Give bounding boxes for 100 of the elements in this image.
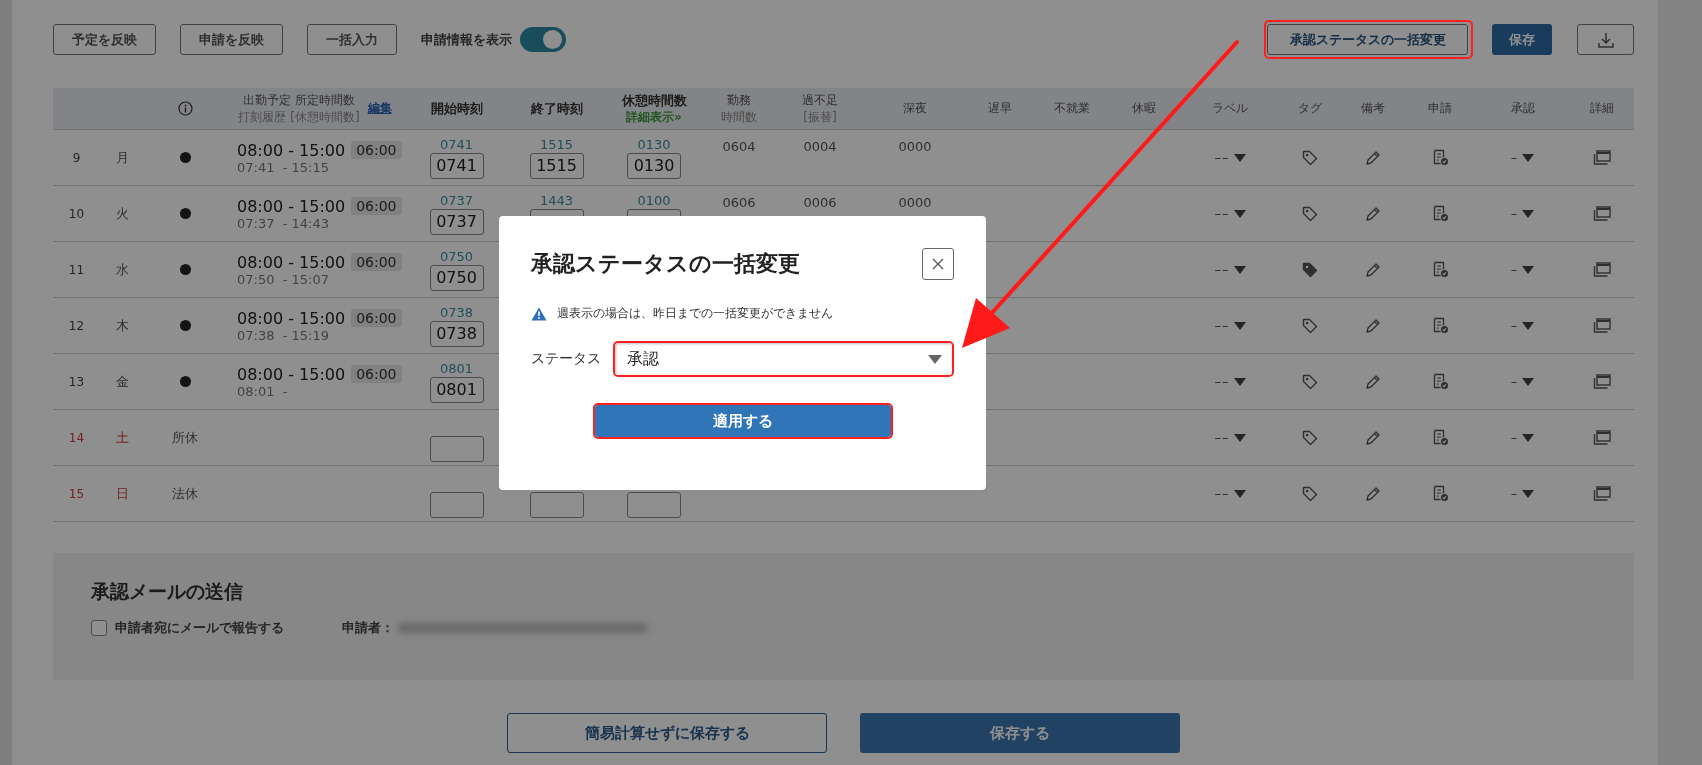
tag-icon[interactable]: [1302, 429, 1318, 446]
approval-select[interactable]: –: [1510, 262, 1519, 277]
time-input[interactable]: 0801: [429, 376, 484, 403]
time-input[interactable]: 0737: [429, 208, 484, 235]
time-input[interactable]: [529, 492, 584, 518]
time-input[interactable]: 0741: [429, 152, 484, 179]
apply-button[interactable]: 適用する: [594, 405, 891, 437]
approval-select[interactable]: –: [1510, 430, 1519, 445]
pencil-icon[interactable]: [1364, 149, 1381, 166]
approval-select[interactable]: –: [1510, 486, 1519, 501]
windows-icon[interactable]: [1593, 429, 1611, 446]
windows-icon[interactable]: [1593, 261, 1611, 278]
windows-icon[interactable]: [1593, 205, 1611, 222]
checkbox[interactable]: [91, 620, 107, 636]
warning-text: 週表示の場合は、昨日までの一括変更ができません: [557, 306, 833, 321]
edit-link[interactable]: 編集: [367, 100, 392, 117]
day-number: 10: [68, 206, 85, 221]
tag-icon[interactable]: [1302, 205, 1318, 222]
hours-badge: 06:00: [351, 309, 402, 327]
windows-icon[interactable]: [1593, 485, 1611, 502]
tag-icon[interactable]: [1302, 149, 1318, 166]
time-input[interactable]: [429, 492, 484, 518]
planned-time: 0130: [637, 136, 671, 152]
toggle-switch[interactable]: [520, 27, 566, 52]
save-without-calc-button[interactable]: 簡易計算せずに保存する: [507, 713, 827, 753]
day-off-label: 法休: [172, 484, 198, 503]
windows-icon[interactable]: [1593, 149, 1611, 166]
windows-icon[interactable]: [1593, 373, 1611, 390]
section-title: 承認メールの送信: [91, 579, 244, 604]
approval-select[interactable]: –: [1510, 206, 1519, 221]
toolbar-button[interactable]: 予定を反映: [53, 24, 156, 55]
pencil-icon[interactable]: [1364, 485, 1381, 502]
column-header: 勤務: [727, 92, 751, 109]
caret-icon: [1233, 433, 1246, 442]
label-select[interactable]: ––: [1214, 486, 1230, 501]
pencil-icon[interactable]: [1364, 373, 1381, 390]
column-subheader: [振替]: [803, 108, 837, 125]
clock-record: 07:37 - 14:43: [237, 215, 329, 231]
caret-icon: [1522, 265, 1535, 274]
time-input[interactable]: 0130: [627, 152, 681, 179]
day-number: 14: [68, 430, 85, 445]
hours-badge: 06:00: [351, 365, 402, 383]
night-hours: 0000: [898, 195, 932, 210]
caret-icon: [1522, 153, 1535, 162]
download-button[interactable]: [1577, 24, 1634, 55]
approval-select[interactable]: –: [1510, 374, 1519, 389]
time-input[interactable]: [429, 436, 484, 462]
toolbar-button[interactable]: 申請を反映: [180, 24, 283, 55]
time-input[interactable]: 1515: [529, 152, 584, 179]
over-short-hours: 0004: [803, 139, 837, 154]
document-check-icon[interactable]: [1431, 149, 1449, 166]
column-header: 備考: [1360, 100, 1385, 117]
document-check-icon[interactable]: [1431, 429, 1449, 446]
save-button[interactable]: 保存: [1492, 24, 1552, 55]
info-icon[interactable]: [177, 101, 193, 116]
close-button[interactable]: [922, 248, 954, 280]
tag-icon[interactable]: [1302, 485, 1318, 502]
document-check-icon[interactable]: [1431, 205, 1449, 222]
planned-time: 0801: [439, 360, 474, 376]
column-header: 開始時刻: [430, 99, 483, 118]
tag-icon[interactable]: [1302, 317, 1318, 334]
label-select[interactable]: ––: [1214, 374, 1230, 389]
status-select[interactable]: 承認: [615, 343, 952, 375]
clock-record: 08:01 -: [237, 383, 288, 399]
column-header: 終了時刻: [530, 99, 583, 118]
planned-time: 0741: [439, 136, 474, 152]
tag-icon[interactable]: [1302, 373, 1318, 390]
save-button[interactable]: 保存する: [860, 713, 1180, 753]
over-short-hours: 0006: [803, 195, 837, 210]
pencil-icon[interactable]: [1364, 205, 1381, 222]
windows-icon[interactable]: [1593, 317, 1611, 334]
approval-select[interactable]: –: [1510, 150, 1519, 165]
pencil-icon[interactable]: [1364, 317, 1381, 334]
document-check-icon[interactable]: [1431, 485, 1449, 502]
caret-icon: [1522, 433, 1535, 442]
label-select[interactable]: ––: [1214, 318, 1230, 333]
tag-icon[interactable]: [1302, 261, 1318, 278]
status-dot: [179, 264, 191, 275]
bulk-change-button[interactable]: 承認ステータスの一括変更: [1267, 24, 1468, 55]
label-select[interactable]: ––: [1214, 206, 1230, 221]
time-input[interactable]: 0750: [429, 264, 484, 291]
document-check-icon[interactable]: [1431, 261, 1449, 278]
day-off-label: 所休: [172, 428, 198, 447]
pencil-icon[interactable]: [1364, 429, 1381, 446]
label-select[interactable]: ––: [1214, 430, 1230, 445]
label-select[interactable]: ––: [1214, 150, 1230, 165]
night-hours: 0000: [898, 139, 932, 154]
time-input[interactable]: 0738: [429, 320, 484, 347]
label-select[interactable]: ––: [1214, 262, 1230, 277]
checkbox-label: 申請者宛にメールで報告する: [115, 619, 284, 637]
work-hours: 0604: [722, 139, 756, 154]
toolbar-button[interactable]: 一括入力: [307, 24, 397, 55]
document-check-icon[interactable]: [1431, 373, 1449, 390]
pencil-icon[interactable]: [1364, 261, 1381, 278]
document-check-icon[interactable]: [1431, 317, 1449, 334]
approval-select[interactable]: –: [1510, 318, 1519, 333]
time-input[interactable]: [627, 492, 681, 518]
clock-record: 07:38 - 15:19: [237, 327, 329, 343]
column-header: 承認: [1510, 100, 1535, 117]
caret-icon: [1522, 489, 1535, 498]
